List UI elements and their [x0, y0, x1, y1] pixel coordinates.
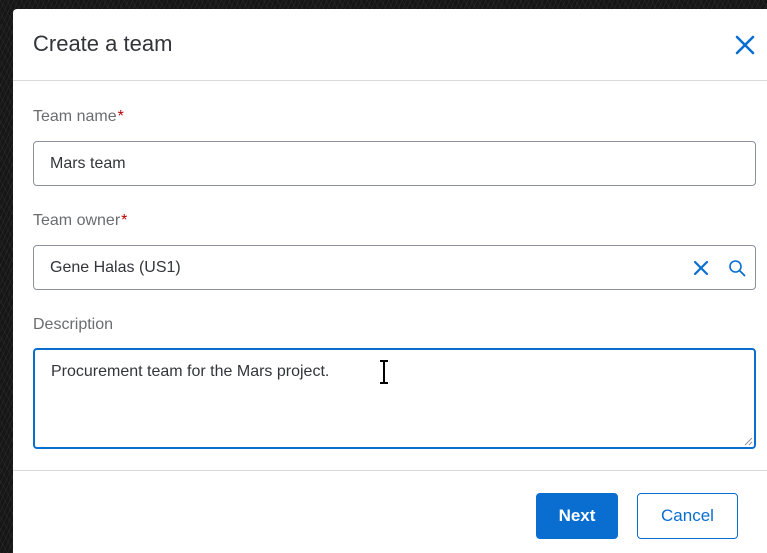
clear-owner-button[interactable]	[683, 246, 719, 289]
team-name-input[interactable]: Mars team	[33, 141, 756, 186]
description-textarea[interactable]: Procurement team for the Mars project.	[33, 348, 756, 449]
team-name-value: Mars team	[50, 154, 126, 172]
text-cursor-icon	[380, 360, 388, 384]
dialog-title: Create a team	[33, 31, 173, 56]
create-team-dialog: Create a team Team name* Mars team Team …	[13, 9, 767, 553]
resize-handle-icon[interactable]	[743, 436, 753, 446]
team-owner-value: Gene Halas (US1)	[50, 258, 181, 276]
required-marker: *	[117, 108, 124, 125]
team-name-label-text: Team name	[33, 108, 117, 125]
description-value: Procurement team for the Mars project.	[51, 363, 330, 380]
dialog-footer: Next Cancel	[13, 470, 767, 553]
team-name-label: Team name*	[33, 107, 124, 127]
team-owner-actions	[683, 246, 755, 289]
description-label: Description	[33, 316, 114, 333]
search-icon	[729, 259, 746, 276]
required-marker: *	[121, 212, 128, 229]
team-owner-label-text: Team owner	[33, 212, 121, 229]
search-owner-button[interactable]	[719, 246, 755, 289]
cancel-button[interactable]: Cancel	[637, 493, 738, 539]
close-icon	[735, 35, 755, 55]
close-button[interactable]	[733, 33, 757, 57]
dialog-header: Create a team	[13, 9, 767, 81]
team-owner-input[interactable]: Gene Halas (US1)	[33, 245, 756, 290]
clear-icon	[693, 260, 709, 275]
team-owner-label: Team owner*	[33, 211, 127, 231]
next-button[interactable]: Next	[536, 493, 618, 539]
